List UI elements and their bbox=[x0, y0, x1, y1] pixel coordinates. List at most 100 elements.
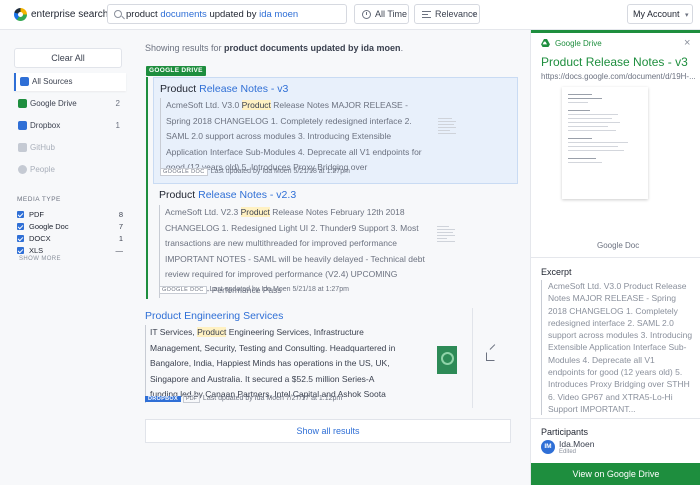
view-on-google-drive-button[interactable]: View on Google Drive bbox=[531, 463, 700, 485]
close-icon[interactable]: × bbox=[684, 37, 690, 49]
group-divider bbox=[146, 77, 148, 299]
panel-accent-bar bbox=[531, 30, 700, 33]
snippet-highlight: Product bbox=[197, 327, 227, 337]
participants-heading: Participants bbox=[541, 427, 589, 437]
source-label: GitHub bbox=[30, 143, 55, 152]
result-card[interactable]: Product Release Notes - v3 AcmeSoft Ltd.… bbox=[153, 77, 518, 184]
sidebar-item-people[interactable]: People bbox=[14, 161, 126, 179]
media-type-label: DOCX bbox=[29, 234, 51, 243]
panel-source-label: Google Drive bbox=[555, 39, 602, 48]
result-card[interactable]: Product Release Notes - v2.3 AcmeSoft Lt… bbox=[153, 184, 518, 299]
document-thumbnail bbox=[437, 226, 457, 254]
media-type-label: Google Doc bbox=[29, 222, 69, 231]
summary-prefix: Showing results for bbox=[145, 43, 225, 53]
sidebar-item-github[interactable]: GitHub bbox=[14, 139, 126, 157]
media-type-count: 8 bbox=[118, 210, 123, 219]
result-card[interactable]: Product Engineering Services IT Services… bbox=[145, 308, 517, 408]
snippet-text: AcmeSoft Ltd. V2.3 bbox=[165, 207, 241, 217]
github-icon bbox=[18, 143, 27, 152]
results-summary: Showing results for product documents up… bbox=[145, 43, 403, 53]
query-part-highlighted: documents bbox=[160, 9, 207, 20]
google-drive-icon bbox=[541, 39, 550, 47]
clock-icon bbox=[362, 10, 371, 19]
all-sources-icon bbox=[20, 77, 29, 86]
dropbox-icon bbox=[18, 121, 27, 130]
top-header: enterprise search product documents upda… bbox=[0, 0, 700, 30]
summary-suffix: . bbox=[400, 43, 404, 53]
doc-type-tag: GOOGLE DOC bbox=[160, 168, 208, 176]
checkbox-checked-icon[interactable] bbox=[17, 235, 24, 242]
divider bbox=[472, 308, 473, 408]
snippet-highlight: Product bbox=[240, 207, 270, 217]
account-label: My Account bbox=[633, 9, 680, 19]
search-icon bbox=[114, 10, 122, 18]
clear-all-button[interactable]: Clear All bbox=[14, 48, 122, 68]
result-title[interactable]: Product Release Notes - v2.3 bbox=[159, 189, 296, 201]
sort-dropdown[interactable]: Relevance ▾ bbox=[414, 4, 480, 24]
snippet-highlight: Product bbox=[241, 100, 271, 110]
source-label: People bbox=[30, 165, 55, 174]
title-link[interactable]: Release Notes - v3 bbox=[199, 83, 288, 95]
show-more-link[interactable]: SHOW MORE bbox=[19, 256, 61, 262]
result-title[interactable]: Product Release Notes - v3 bbox=[160, 83, 288, 95]
source-label: Dropbox bbox=[30, 121, 61, 130]
media-type-label: PDF bbox=[29, 210, 44, 219]
dropbox-badge: DROPBOX bbox=[145, 396, 181, 402]
document-thumbnail bbox=[438, 118, 458, 146]
sort-icon bbox=[422, 11, 431, 18]
search-input[interactable]: product documents updated by ida moen bbox=[107, 4, 347, 24]
excerpt-heading: Excerpt bbox=[541, 267, 572, 277]
excerpt-text: AcmeSoft Ltd. V3.0 Product Release Notes… bbox=[541, 280, 693, 416]
detail-panel: Google Drive × Product Release Notes - v… bbox=[530, 30, 700, 485]
chevron-down-icon: ▾ bbox=[472, 12, 476, 19]
divider bbox=[531, 418, 700, 419]
snippet-text: Release Notes February 12th 2018 CHANGEL… bbox=[165, 207, 425, 295]
result-snippet: AcmeSoft Ltd. V2.3 Product Release Notes… bbox=[159, 205, 425, 298]
document-preview[interactable] bbox=[562, 87, 648, 199]
search-query[interactable]: product documents updated by ida moen bbox=[126, 9, 298, 20]
preview-caption: Google Doc bbox=[597, 241, 640, 250]
time-filter-label: All Time bbox=[375, 9, 408, 19]
media-type-xls[interactable]: XLS — bbox=[17, 246, 123, 256]
media-type-count: 1 bbox=[118, 234, 123, 243]
time-filter-dropdown[interactable]: All Time bbox=[354, 4, 409, 24]
snippet-text: IT Services, bbox=[150, 327, 198, 337]
people-icon bbox=[18, 165, 27, 174]
divider bbox=[531, 257, 700, 258]
title-plain: Product bbox=[160, 83, 200, 95]
sidebar-item-all-sources[interactable]: All Sources bbox=[14, 73, 126, 91]
panel-title[interactable]: Product Release Notes - v3 bbox=[541, 55, 688, 69]
snippet-text: Engineering Services, Infrastructure Man… bbox=[150, 327, 396, 399]
checkbox-checked-icon[interactable] bbox=[17, 223, 24, 230]
media-type-docx[interactable]: DOCX 1 bbox=[17, 234, 123, 244]
account-dropdown[interactable]: My Account ▾ bbox=[627, 4, 693, 24]
result-meta: GOOGLE DOC Last updated by Ida Moen 5/21/… bbox=[160, 168, 350, 176]
panel-url[interactable]: https://docs.google.com/document/d/19H-.… bbox=[541, 72, 696, 81]
google-drive-icon bbox=[18, 99, 27, 108]
doc-type-tag: PDF bbox=[182, 395, 200, 403]
google-drive-group-badge: GOOGLE DRIVE bbox=[146, 66, 206, 76]
media-type-pdf[interactable]: PDF 8 bbox=[17, 210, 123, 220]
snippet-text: Release Notes MAJOR RELEASE - Spring 201… bbox=[166, 100, 422, 172]
logo-icon bbox=[14, 8, 27, 21]
sidebar-item-dropbox[interactable]: Dropbox 1 bbox=[14, 117, 126, 135]
result-title-link[interactable]: Product Engineering Services bbox=[145, 310, 283, 322]
summary-query: product documents updated by ida moen bbox=[224, 43, 401, 53]
checkbox-checked-icon[interactable] bbox=[17, 247, 24, 254]
source-count: 1 bbox=[115, 121, 120, 130]
sidebar-item-google-drive[interactable]: Google Drive 2 bbox=[14, 95, 126, 113]
doc-type-tag: GOOGLE DOC bbox=[159, 286, 207, 294]
query-part-highlighted: ida moen bbox=[259, 9, 299, 20]
show-all-results-button[interactable]: Show all results bbox=[145, 419, 511, 443]
participant-name[interactable]: Ida.Moen bbox=[559, 439, 594, 449]
source-count: 2 bbox=[115, 99, 120, 108]
updated-text: Last updated by Ida Moen 7/27/17 at 1:12… bbox=[202, 395, 343, 402]
media-type-google-doc[interactable]: Google Doc 7 bbox=[17, 222, 123, 232]
external-link-icon[interactable] bbox=[486, 352, 495, 361]
source-label: Google Drive bbox=[30, 99, 77, 108]
checkbox-checked-icon[interactable] bbox=[17, 211, 24, 218]
media-type-label: XLS bbox=[29, 246, 44, 255]
query-part: updated by bbox=[206, 9, 260, 20]
query-part: product bbox=[126, 9, 161, 20]
title-link[interactable]: Release Notes - v2.3 bbox=[198, 189, 296, 201]
